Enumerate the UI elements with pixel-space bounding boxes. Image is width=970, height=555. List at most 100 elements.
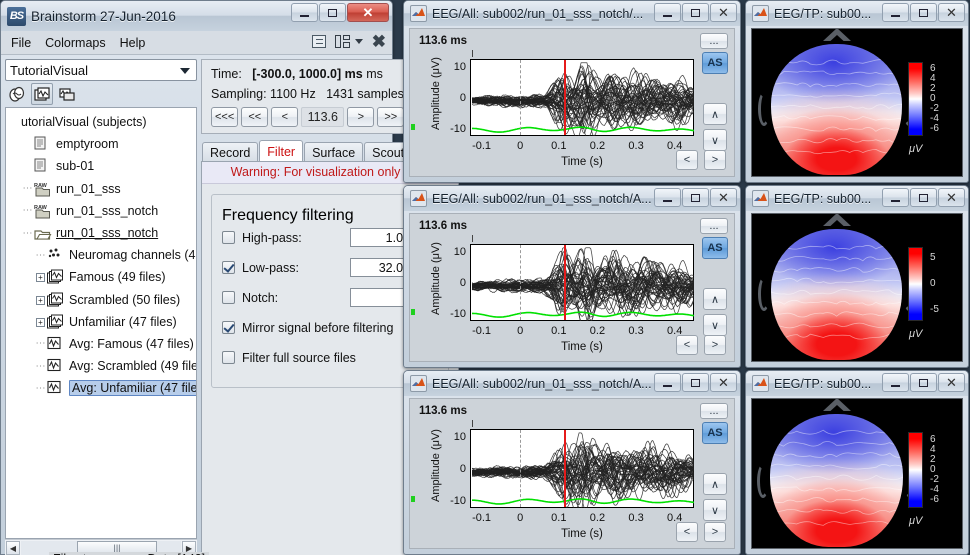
minimize-button[interactable] — [654, 3, 681, 22]
data-single-icon — [47, 336, 65, 352]
gfp-trace — [472, 312, 694, 317]
auto-scale-button[interactable]: AS — [702, 237, 728, 259]
checkbox-high-pass-[interactable] — [222, 231, 235, 244]
layout-button[interactable] — [335, 35, 363, 48]
event-marker-line — [520, 430, 521, 507]
tree-item[interactable]: ⋯Avg: Scrambled (49 files) — [6, 355, 196, 377]
tab-record[interactable]: Record — [202, 142, 258, 162]
tree-item[interactable]: +Scrambled (50 files) — [6, 289, 196, 311]
y-tick-label: 0 — [440, 277, 466, 289]
database-tree[interactable]: utorialVisual (subjects)emptyroomsub-01⋯… — [5, 107, 197, 539]
next-page-button[interactable]: > — [704, 150, 726, 170]
minimize-button[interactable] — [882, 188, 909, 207]
nav-first-button[interactable]: <<< — [211, 107, 238, 127]
next-page-button[interactable]: > — [704, 335, 726, 355]
nav-back-fast-button[interactable]: << — [241, 107, 268, 127]
data-stack-icon — [47, 269, 65, 285]
tab-surface[interactable]: Surface — [304, 142, 363, 162]
figure-more-button[interactable]: ... — [700, 218, 728, 234]
checkbox-low-pass-[interactable] — [222, 261, 235, 274]
current-time-value[interactable]: 113.6 — [301, 107, 344, 127]
tree-item[interactable]: +Famous (49 files) — [6, 266, 196, 288]
previous-page-button[interactable]: < — [676, 522, 698, 542]
checkbox-mirror-signal-before-filtering[interactable] — [222, 321, 235, 334]
maximize-button[interactable] — [910, 373, 937, 392]
scale-down-button[interactable]: ∨ — [703, 129, 727, 151]
close-button[interactable]: ✕ — [710, 3, 737, 22]
maximize-button[interactable] — [319, 3, 346, 22]
tree-item-selected[interactable]: ⋯Avg: Unfamiliar (47 files) — [6, 377, 196, 399]
tree-expander-icon[interactable]: + — [34, 271, 47, 283]
scale-up-button[interactable]: ∧ — [703, 288, 727, 310]
tree-item[interactable]: emptyroom — [6, 133, 196, 155]
checkbox-notch-[interactable] — [222, 291, 235, 304]
cursor-time-label: 113.6 ms — [419, 35, 467, 47]
butterfly-traces — [472, 246, 694, 321]
nav-forward-button[interactable]: > — [347, 107, 374, 127]
tree-item[interactable]: ⋯Avg: Famous (47 files) — [6, 333, 196, 355]
minimize-button[interactable] — [882, 373, 909, 392]
minimize-button[interactable] — [654, 188, 681, 207]
tree-item-label: Unfamiliar (47 files) — [69, 315, 177, 329]
minimize-button[interactable] — [882, 3, 909, 22]
tree-connector-icon: ⋯ — [21, 228, 34, 239]
tree-item[interactable]: sub-01 — [6, 155, 196, 177]
layout-icon — [335, 35, 352, 48]
folder-open-icon — [34, 225, 52, 241]
figure-more-button[interactable]: ... — [700, 33, 728, 49]
minimize-button[interactable] — [291, 3, 318, 22]
tree-expander-icon[interactable]: + — [34, 316, 47, 328]
nav-back-button[interactable]: < — [271, 107, 298, 127]
tree-expander-icon[interactable]: + — [34, 294, 47, 306]
figure-more-button[interactable]: ... — [700, 403, 728, 419]
checkbox-filter-full-source-files[interactable] — [222, 351, 235, 364]
maximize-button[interactable] — [910, 188, 937, 207]
time-cursor-line[interactable] — [564, 60, 566, 135]
maximize-button[interactable] — [682, 188, 709, 207]
nav-forward-fast-button[interactable]: >> — [377, 107, 404, 127]
scale-down-button[interactable]: ∨ — [703, 314, 727, 336]
maximize-button[interactable] — [682, 3, 709, 22]
time-cursor-line[interactable] — [564, 430, 566, 507]
close-button[interactable]: ✕ — [938, 373, 965, 392]
close-button[interactable]: ✕ — [938, 3, 965, 22]
next-page-button[interactable]: > — [704, 522, 726, 542]
maximize-button[interactable] — [910, 3, 937, 22]
close-button[interactable]: ✕ — [710, 188, 737, 207]
protocol-combo[interactable]: TutorialVisual — [5, 59, 197, 81]
figure-canvas: 113.6 msAmplitude (μV)-10010-0.100.10.20… — [409, 213, 735, 362]
tree-item[interactable]: ⋯RAWrun_01_sss_notch — [6, 200, 196, 222]
anatomy-view-icon[interactable] — [6, 83, 28, 105]
functional-condition-view-icon[interactable] — [56, 83, 78, 105]
eeg-timeseries-window-2: EEG/All: sub002/run_01_sss_notch/A...✕11… — [403, 185, 741, 368]
tab-filter[interactable]: Filter — [259, 140, 303, 162]
auto-scale-button[interactable]: AS — [702, 422, 728, 444]
menu-colormaps[interactable]: Colormaps — [39, 34, 111, 52]
scale-up-button[interactable]: ∧ — [703, 103, 727, 125]
tree-item[interactable]: ⋯RAWrun_01_sss — [6, 178, 196, 200]
previous-page-button[interactable]: < — [676, 150, 698, 170]
tree-item[interactable]: + Unfamiliar (47 files) — [6, 311, 196, 333]
tree-item[interactable]: utorialVisual (subjects) — [6, 111, 196, 133]
maximize-button[interactable] — [682, 373, 709, 392]
close-button[interactable]: ✕ — [710, 373, 737, 392]
scale-up-button[interactable]: ∧ — [703, 473, 727, 495]
list-icon[interactable] — [312, 35, 326, 48]
eeg-topography-title: EEG/TP: sub00... — [774, 192, 871, 206]
close-all-icon[interactable]: ✖ — [372, 33, 386, 50]
menu-help[interactable]: Help — [114, 34, 152, 52]
tree-item[interactable]: ⋯run_01_sss_notch — [6, 222, 196, 244]
previous-page-button[interactable]: < — [676, 335, 698, 355]
scale-down-button[interactable]: ∨ — [703, 499, 727, 521]
functional-subject-view-icon[interactable] — [31, 83, 53, 105]
scroll-left-icon[interactable]: ◀ — [6, 541, 20, 555]
close-button[interactable]: ✕ — [938, 188, 965, 207]
minimize-button[interactable] — [654, 373, 681, 392]
x-tick-label: 0.2 — [581, 512, 613, 524]
close-button[interactable]: ✕ — [347, 3, 389, 22]
time-cursor-line[interactable] — [564, 245, 566, 320]
auto-scale-button[interactable]: AS — [702, 52, 728, 74]
menu-file[interactable]: File — [5, 34, 37, 52]
functional-condition-glyph — [58, 86, 76, 103]
tree-item[interactable]: ⋯Neuromag channels (404) — [6, 244, 196, 266]
